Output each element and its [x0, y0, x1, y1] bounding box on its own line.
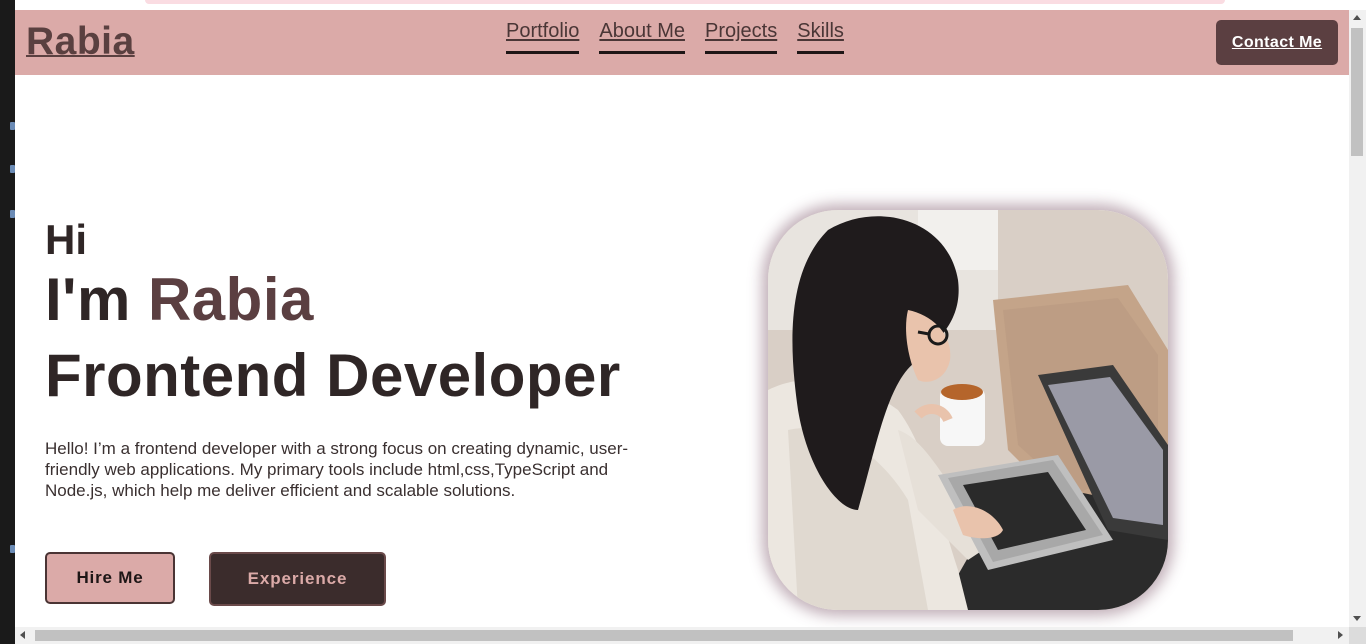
nav-link-skills[interactable]: Skills: [797, 19, 844, 54]
hire-me-button[interactable]: Hire Me: [45, 552, 175, 604]
hero-name: Rabia: [147, 266, 314, 333]
side-marker: [10, 122, 15, 130]
hero-name-line: I'm Rabia: [45, 265, 314, 334]
top-edge-bar: [145, 0, 1225, 4]
logo-link[interactable]: Rabia: [26, 20, 135, 64]
side-marker: [10, 165, 15, 173]
contact-me-button[interactable]: Contact Me: [1216, 20, 1338, 65]
side-marker: [10, 545, 15, 553]
side-marker: [10, 210, 15, 218]
vertical-scroll-thumb[interactable]: [1351, 28, 1363, 156]
hero-intro-prefix: I'm: [45, 266, 131, 333]
navbar: Rabia Portfolio About Me Projects Skills…: [15, 10, 1349, 75]
top-edge: [15, 0, 1349, 10]
hero-bio: Hello! I’m a frontend developer with a s…: [45, 439, 629, 500]
profile-photo: [768, 210, 1168, 610]
horizontal-scrollbar[interactable]: [15, 627, 1349, 644]
vertical-scrollbar[interactable]: [1349, 10, 1366, 627]
nav-link-projects[interactable]: Projects: [704, 19, 778, 54]
hero-greeting: Hi: [45, 216, 87, 263]
editor-side-strip: [0, 0, 15, 644]
nav-links: Portfolio About Me Projects Skills: [506, 19, 844, 54]
scrollbar-corner: [1349, 627, 1366, 644]
arrow-down-icon[interactable]: [1353, 616, 1361, 621]
hero-role: Frontend Developer: [45, 342, 621, 409]
nav-link-about-me[interactable]: About Me: [599, 19, 685, 54]
arrow-left-icon[interactable]: [20, 631, 25, 639]
arrow-up-icon[interactable]: [1353, 15, 1361, 20]
nav-link-portfolio[interactable]: Portfolio: [506, 19, 580, 54]
arrow-right-icon[interactable]: [1338, 631, 1343, 639]
experience-button[interactable]: Experience: [209, 552, 386, 606]
horizontal-scroll-thumb[interactable]: [35, 630, 1293, 641]
